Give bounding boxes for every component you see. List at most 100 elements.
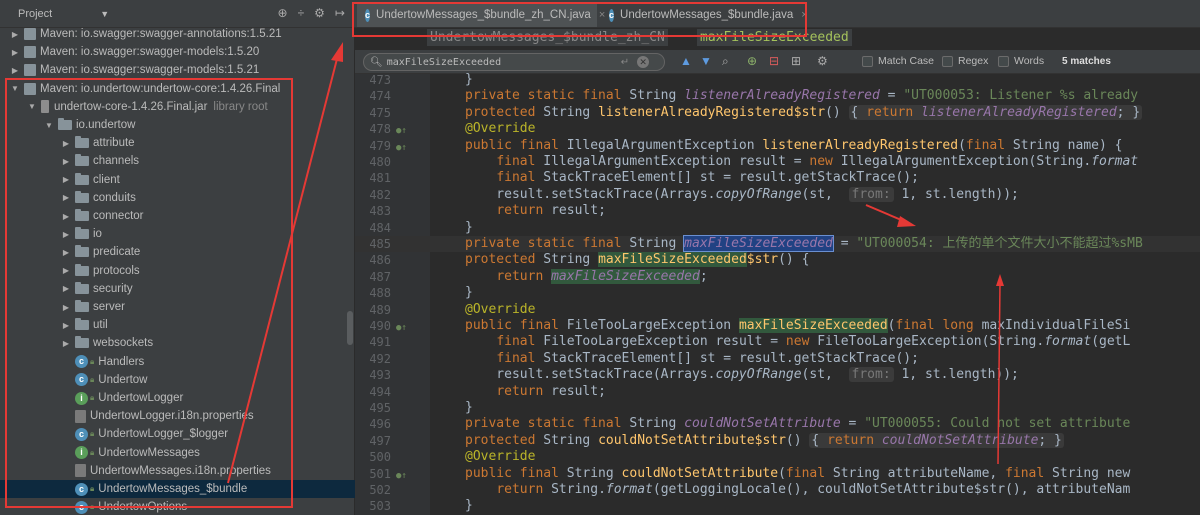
tree-item[interactable]: ▶ client xyxy=(0,171,120,189)
collapsed-arrow-icon[interactable]: ▶ xyxy=(61,339,71,348)
code-line[interactable]: 489 @Override xyxy=(355,302,1200,318)
previous-occurrence-icon[interactable]: ▲ xyxy=(680,54,692,68)
code-line[interactable]: 481 final StackTraceElement[] st = resul… xyxy=(355,170,1200,186)
search-input[interactable] xyxy=(386,56,617,68)
breadcrumb-field[interactable]: maxFileSizeExceeded xyxy=(697,29,852,46)
collapsed-arrow-icon[interactable]: ▶ xyxy=(61,157,71,166)
search-field[interactable]: 🔍︎ ↵ ✕ xyxy=(363,53,665,71)
code-line[interactable]: 497 protected String couldNotSetAttribute… xyxy=(355,432,1200,449)
code-line[interactable]: 495} xyxy=(355,400,1200,416)
code-line[interactable]: 493 result.setStackTrace(Arrays.copyOfRa… xyxy=(355,367,1200,383)
next-occurrence-icon[interactable]: ▼ xyxy=(700,54,712,68)
tree-item[interactable]: ▶ connector xyxy=(0,207,144,225)
code-line[interactable]: 480 final IllegalArgumentException resul… xyxy=(355,154,1200,170)
code-line[interactable]: 494 return result; xyxy=(355,384,1200,400)
collapse-all-icon[interactable]: ÷ xyxy=(298,6,305,20)
gear-icon[interactable]: ⚙ xyxy=(314,6,325,20)
tree-item[interactable]: ▶ Maven: io.swagger:swagger-models:1.5.21 xyxy=(0,61,259,79)
code-line[interactable]: 473} xyxy=(355,72,1200,88)
tree-item[interactable]: ▶ security xyxy=(0,280,133,298)
tree-item[interactable]: ▶ channels xyxy=(0,152,139,170)
tree-item[interactable]: ▼ Maven: io.undertow:undertow-core:1.4.26… xyxy=(0,80,280,98)
regex-checkbox[interactable] xyxy=(942,55,953,67)
add-occurrence-icon[interactable]: ⊕ xyxy=(747,54,757,68)
find-in-path-icon[interactable]: ⌕ xyxy=(722,54,729,69)
code-line[interactable]: 478 ●↑ @Override xyxy=(355,121,1200,137)
newline-icon[interactable]: ↵ xyxy=(621,57,629,68)
code-line[interactable]: 492 final StackTraceElement[] st = resul… xyxy=(355,351,1200,367)
tab-bundle-zh-cn[interactable]: c UndertowMessages_$bundle_zh_CN.java × xyxy=(357,3,605,27)
code-line[interactable]: 483 return result; xyxy=(355,203,1200,219)
collapsed-arrow-icon[interactable]: ▶ xyxy=(61,321,71,330)
collapsed-arrow-icon[interactable]: ▶ xyxy=(61,139,71,148)
tree-item[interactable]: ▶ util xyxy=(0,316,108,334)
filter-icon[interactable]: ⚙ xyxy=(817,54,828,68)
code-line[interactable]: 490 ●↑ public final FileTooLargeException … xyxy=(355,318,1200,334)
tree-item[interactable]: c 🔒︎ UndertowMessages_$bundle xyxy=(0,480,355,498)
code-line[interactable]: 487 return maxFileSizeExceeded; xyxy=(355,268,1200,285)
select-all-occurrences-icon[interactable]: ⊞ xyxy=(791,54,801,68)
tree-item[interactable]: ▶ server xyxy=(0,298,125,316)
words-option[interactable]: Words xyxy=(998,55,1044,67)
expanded-arrow-icon[interactable]: ▼ xyxy=(44,121,54,130)
tree-item[interactable]: UndertowMessages.i18n.properties xyxy=(0,462,271,480)
code-line[interactable]: 479 ●↑ public final IllegalArgumentExcepti… xyxy=(355,138,1200,154)
tree-item[interactable]: ▼ io.undertow xyxy=(0,116,135,134)
collapsed-arrow-icon[interactable]: ▶ xyxy=(10,30,20,39)
match-case-checkbox[interactable] xyxy=(862,55,873,67)
tree-item[interactable]: i 🔒︎ UndertowLogger xyxy=(0,389,183,407)
tree-item[interactable]: ▶ attribute xyxy=(0,134,135,152)
code-line[interactable]: 475 protected String listenerAlreadyRegis… xyxy=(355,104,1200,121)
code-line[interactable]: 491 final FileTooLargeException result =… xyxy=(355,334,1200,350)
collapsed-arrow-icon[interactable]: ▶ xyxy=(61,193,71,202)
code-line[interactable]: 496 private static final String couldNotS… xyxy=(355,416,1200,432)
tree-item[interactable]: i 🔒︎ UndertowMessages xyxy=(0,444,200,462)
code-line[interactable]: 485 private static final String maxFileSi… xyxy=(355,235,1200,252)
tree-item[interactable]: UndertowLogger.i18n.properties xyxy=(0,407,254,425)
collapsed-arrow-icon[interactable]: ▶ xyxy=(61,175,71,184)
tab-bundle[interactable]: c UndertowMessages_$bundle.java × xyxy=(601,3,808,27)
collapsed-arrow-icon[interactable]: ▶ xyxy=(61,230,71,239)
code-line[interactable]: 488} xyxy=(355,285,1200,301)
collapsed-arrow-icon[interactable]: ▶ xyxy=(61,284,71,293)
tree-item[interactable]: ▼ undertow-core-1.4.26.Final.jar library r… xyxy=(0,98,268,116)
code-line[interactable]: 482 result.setStackTrace(Arrays.copyOfRa… xyxy=(355,186,1200,203)
collapsed-arrow-icon[interactable]: ▶ xyxy=(10,66,20,75)
expanded-arrow-icon[interactable]: ▼ xyxy=(10,84,20,93)
code-line[interactable]: 501 ●↑ public final String couldNotSetAttr… xyxy=(355,466,1200,482)
close-icon[interactable]: × xyxy=(801,9,807,21)
expanded-arrow-icon[interactable]: ▼ xyxy=(27,102,37,111)
hide-panel-icon[interactable]: ↦ xyxy=(335,6,345,20)
code-line[interactable]: 474 private static final String listenerA… xyxy=(355,88,1200,104)
collapsed-arrow-icon[interactable]: ▶ xyxy=(61,248,71,257)
tree-item[interactable]: ▶ conduits xyxy=(0,189,136,207)
words-checkbox[interactable] xyxy=(998,55,1009,67)
tree-item[interactable]: c 🔒︎ UndertowOptions xyxy=(0,498,187,515)
tree-item[interactable]: ▶ Maven: io.swagger:swagger-models:1.5.20 xyxy=(0,43,259,61)
scroll-from-source-icon[interactable]: ⊕ xyxy=(278,6,288,20)
regex-option[interactable]: Regex xyxy=(942,55,988,67)
code-line[interactable]: 484} xyxy=(355,220,1200,236)
tree-item[interactable]: ▶ websockets xyxy=(0,334,153,352)
project-title[interactable]: Project xyxy=(18,8,52,20)
tree-item[interactable]: ▶ Maven: io.swagger:swagger-annotations:1… xyxy=(0,25,282,43)
code-line[interactable]: 486 protected String maxFileSizeExceeded$… xyxy=(355,252,1200,268)
remove-occurrence-icon[interactable]: ⊟ xyxy=(769,54,779,68)
collapsed-arrow-icon[interactable]: ▶ xyxy=(61,212,71,221)
breadcrumb-class[interactable]: UndertowMessages_$bundle_zh_CN xyxy=(427,29,668,46)
code-line[interactable]: 502 return String.format(getLoggingLocal… xyxy=(355,482,1200,498)
tree-item[interactable]: ▶ io xyxy=(0,225,102,243)
code-line[interactable]: 500 @Override xyxy=(355,449,1200,465)
project-view-dropdown-icon[interactable]: ▼ xyxy=(100,9,109,19)
tree-item[interactable]: c 🔒︎ Undertow xyxy=(0,371,147,389)
collapsed-arrow-icon[interactable]: ▶ xyxy=(61,266,71,275)
project-scrollbar[interactable] xyxy=(347,311,353,345)
tree-item[interactable]: c 🔒︎ Handlers xyxy=(0,353,144,371)
clear-search-icon[interactable]: ✕ xyxy=(637,56,650,68)
collapsed-arrow-icon[interactable]: ▶ xyxy=(10,48,20,57)
tree-item[interactable]: ▶ predicate xyxy=(0,243,140,261)
tree-item[interactable]: ▶ protocols xyxy=(0,262,140,280)
collapsed-arrow-icon[interactable]: ▶ xyxy=(61,303,71,312)
match-case-option[interactable]: Match Case xyxy=(862,55,934,67)
tree-item[interactable]: c 🔒︎ UndertowLogger_$logger xyxy=(0,425,228,443)
